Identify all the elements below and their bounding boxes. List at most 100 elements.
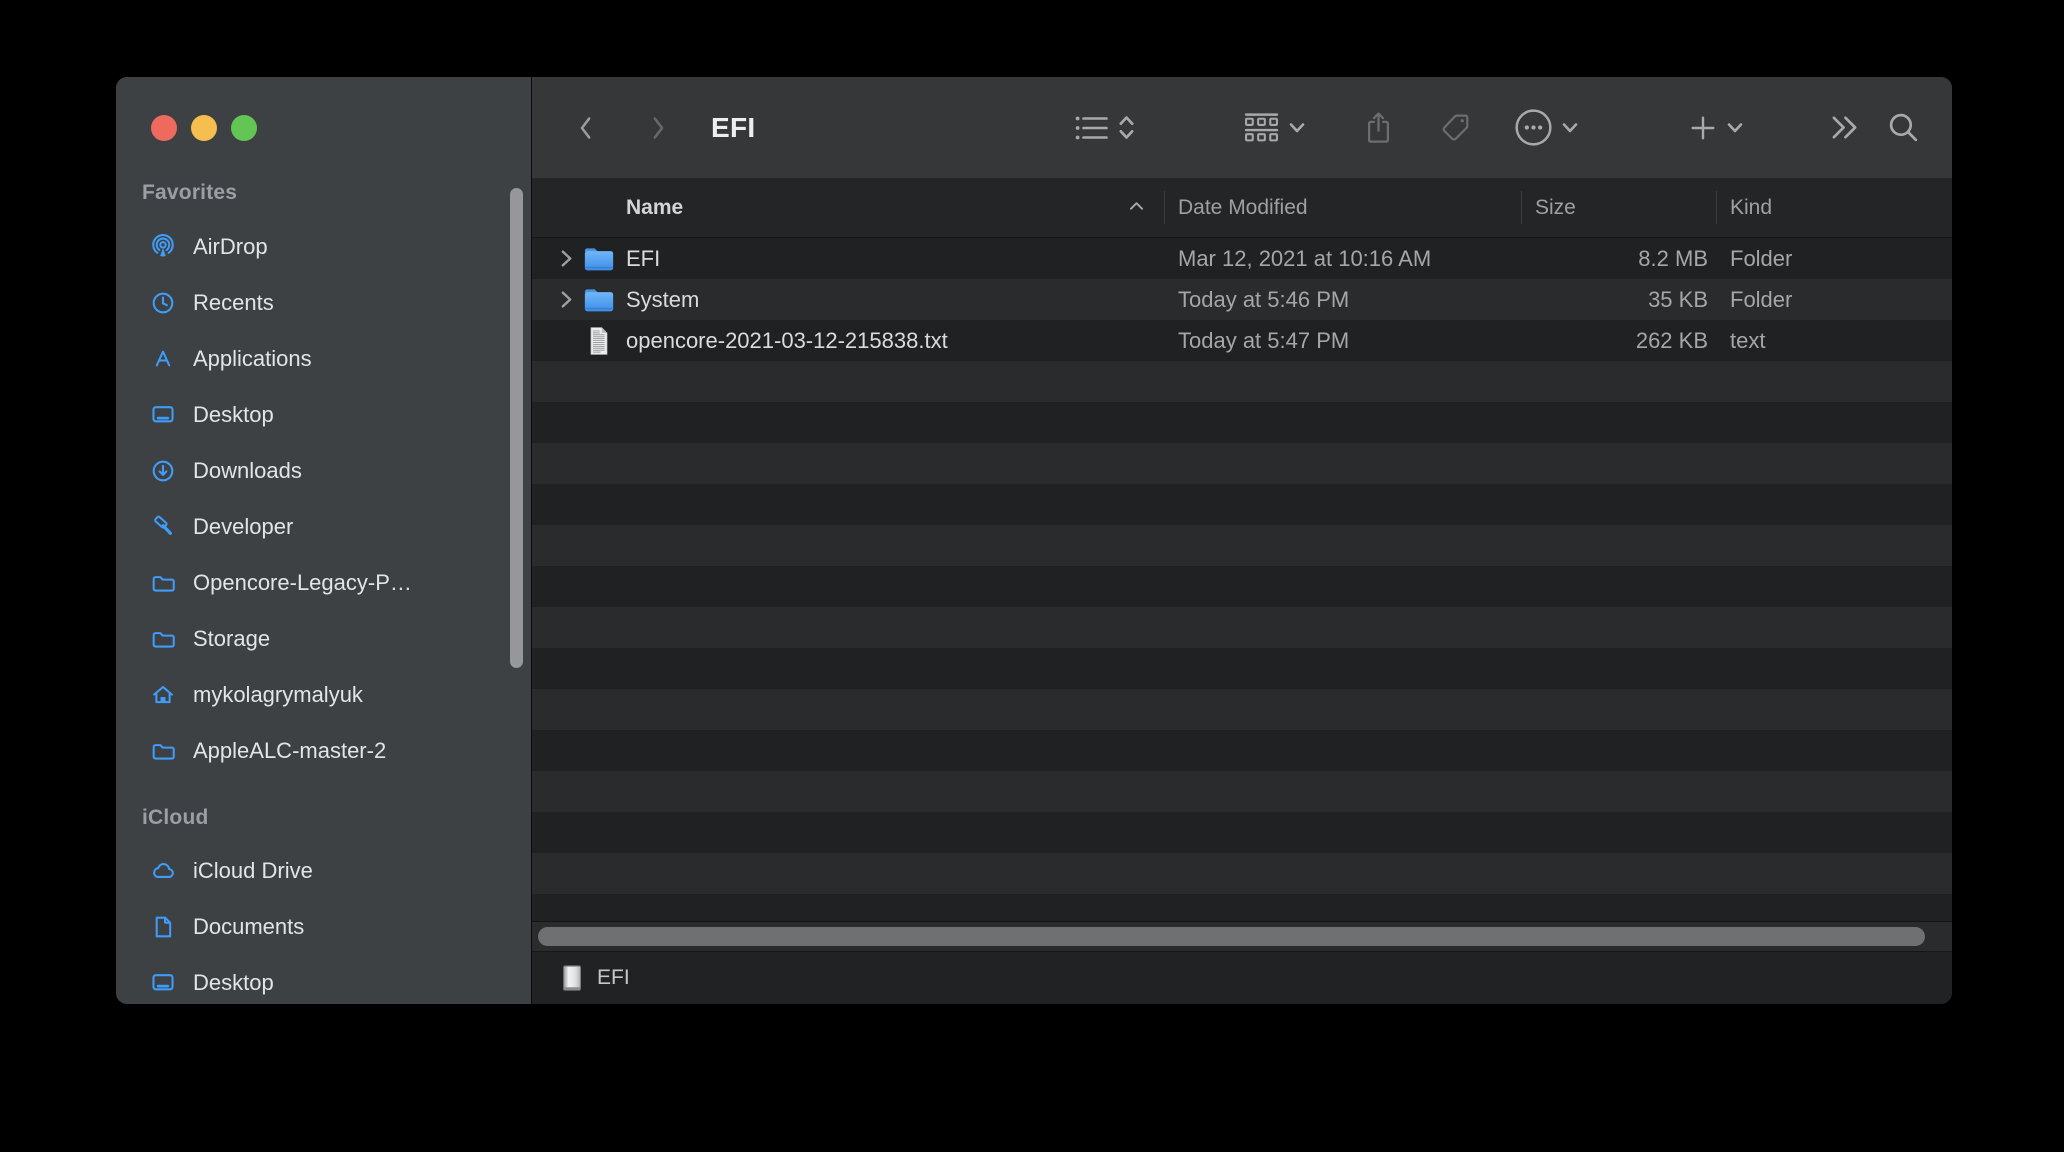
file-date-modified: Mar 12, 2021 at 10:16 AM (1178, 238, 1431, 279)
status-bar: EFI (532, 951, 1952, 1004)
sidebar-item-label: Recents (193, 290, 274, 316)
more-actions-button[interactable] (1514, 77, 1578, 178)
sidebar-item[interactable]: Applications (116, 331, 531, 387)
sidebar-item-label: AppleALC-master-2 (193, 738, 386, 764)
list-column-headers: Name Date Modified Size Kind (532, 178, 1952, 238)
file-icon (583, 279, 615, 320)
table-row[interactable]: EFI Mar 12, 2021 at 10:16 AM 8.2 MB Fold… (532, 238, 1952, 279)
sidebar-item[interactable]: mykolagrymalyuk (116, 667, 531, 723)
window-controls (151, 115, 257, 141)
disk-icon (560, 964, 584, 992)
group-button[interactable] (1244, 77, 1305, 178)
sidebar-item-icon (150, 346, 176, 372)
double-chevron-right-icon (1830, 114, 1859, 141)
favorites-list: AirDrop Recents Applications Desktop (116, 219, 531, 779)
icloud-list: iCloud Drive Documents Desktop (116, 843, 531, 1004)
tag-button[interactable] (1440, 77, 1471, 178)
sidebar-item-icon (150, 290, 176, 316)
search-button[interactable] (1887, 77, 1920, 178)
sidebar-item[interactable]: Recents (116, 275, 531, 331)
sidebar-item[interactable]: Desktop (116, 955, 531, 1004)
file-date-modified: Today at 5:46 PM (1178, 279, 1349, 320)
column-header-date-modified[interactable]: Date Modified (1178, 178, 1308, 237)
column-header-size[interactable]: Size (1535, 178, 1576, 237)
sidebar-scrollbar[interactable] (510, 188, 523, 668)
chevron-down-icon (1562, 122, 1578, 134)
window-title: EFI (711, 77, 755, 178)
sidebar-item-icon (150, 970, 176, 996)
sidebar-item[interactable]: Storage (116, 611, 531, 667)
minimize-button[interactable] (191, 115, 217, 141)
chevron-up-down-icon (1117, 113, 1136, 142)
file-icon (583, 238, 615, 279)
tag-icon (1440, 112, 1471, 143)
table-row[interactable]: opencore-2021-03-12-215838.txt Today at … (532, 320, 1952, 361)
sidebar-item-label: Storage (193, 626, 270, 652)
file-icon (583, 320, 615, 361)
zoom-button[interactable] (231, 115, 257, 141)
chevron-left-icon (577, 114, 595, 142)
file-kind: Folder (1730, 238, 1792, 279)
toolbar-overflow-button[interactable] (1830, 77, 1859, 178)
chevron-right-icon (649, 114, 667, 142)
sidebar-item-icon (150, 626, 176, 652)
file-size: 262 KB (1522, 320, 1708, 361)
sidebar-item-icon (150, 458, 176, 484)
status-location-label: EFI (597, 966, 630, 990)
column-divider[interactable] (1164, 191, 1165, 224)
sidebar-item-label: Desktop (193, 402, 274, 428)
sidebar-item-icon (150, 570, 176, 596)
sidebar-item[interactable]: Downloads (116, 443, 531, 499)
sidebar-item[interactable]: iCloud Drive (116, 843, 531, 899)
disclosure-chevron-icon[interactable] (560, 279, 573, 320)
list-bullet-icon (1075, 115, 1109, 141)
add-button[interactable] (1689, 77, 1743, 178)
sidebar-item-label: iCloud Drive (193, 858, 313, 884)
sidebar-item-label: Desktop (193, 970, 274, 996)
sidebar-item-label: Developer (193, 514, 293, 540)
group-squares-icon (1244, 112, 1279, 143)
sidebar-section-icloud-label: iCloud (142, 805, 531, 831)
sidebar-item[interactable]: AirDrop (116, 219, 531, 275)
sidebar-item-label: Applications (193, 346, 312, 372)
back-button[interactable] (577, 77, 595, 178)
sidebar-item[interactable]: Desktop (116, 387, 531, 443)
file-size: 8.2 MB (1522, 238, 1708, 279)
column-divider[interactable] (1716, 191, 1717, 224)
finder-window: Favorites AirDrop Recents Applications (116, 77, 1952, 1004)
horizontal-scrollbar-thumb[interactable] (538, 927, 1925, 946)
sidebar-item-label: Documents (193, 914, 304, 940)
disclosure-chevron-icon[interactable] (560, 238, 573, 279)
column-divider[interactable] (1521, 191, 1522, 224)
sort-ascending-icon (1129, 201, 1144, 211)
column-header-kind[interactable]: Kind (1730, 178, 1772, 237)
sidebar-item-label: mykolagrymalyuk (193, 682, 363, 708)
file-list: EFI Mar 12, 2021 at 10:16 AM 8.2 MB Fold… (532, 238, 1952, 921)
sidebar-item-label: Downloads (193, 458, 302, 484)
plus-icon (1689, 114, 1717, 142)
table-row[interactable]: System Today at 5:46 PM 35 KB Folder (532, 279, 1952, 320)
chevron-down-icon (1727, 122, 1743, 134)
file-name: EFI (626, 238, 1161, 279)
sidebar-item[interactable]: Developer (116, 499, 531, 555)
file-name: opencore-2021-03-12-215838.txt (626, 320, 1161, 361)
toolbar: EFI (532, 77, 1952, 178)
ellipsis-circle-icon (1514, 108, 1553, 147)
share-button[interactable] (1365, 77, 1392, 178)
file-kind: text (1730, 320, 1765, 361)
sidebar-item-icon (150, 682, 176, 708)
forward-button[interactable] (649, 77, 667, 178)
sidebar-item-icon (150, 402, 176, 428)
file-name: System (626, 279, 1161, 320)
horizontal-scrollbar-track[interactable] (532, 921, 1952, 951)
file-date-modified: Today at 5:47 PM (1178, 320, 1349, 361)
sidebar-item-label: Opencore-Legacy-P… (193, 570, 412, 596)
sidebar-item-label: AirDrop (193, 234, 268, 260)
column-header-name[interactable]: Name (626, 178, 683, 237)
view-options-button[interactable] (1075, 77, 1136, 178)
sidebar-item[interactable]: AppleALC-master-2 (116, 723, 531, 779)
sidebar-item[interactable]: Opencore-Legacy-P… (116, 555, 531, 611)
file-kind: Folder (1730, 279, 1792, 320)
sidebar-item[interactable]: Documents (116, 899, 531, 955)
close-button[interactable] (151, 115, 177, 141)
